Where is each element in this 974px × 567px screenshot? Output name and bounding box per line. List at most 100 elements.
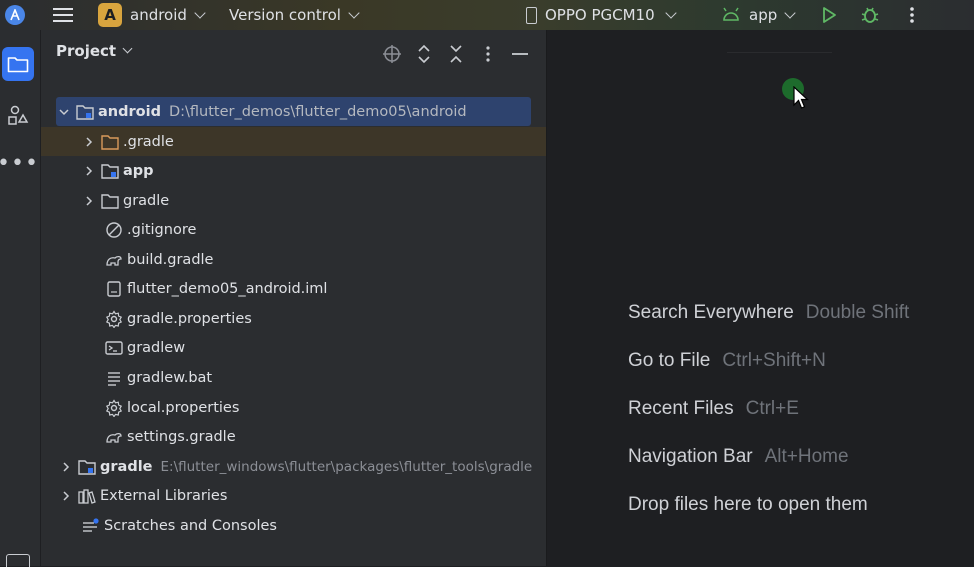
main-toolbar: A android Version control OPPO PGCM10 ap… bbox=[0, 0, 974, 30]
tree-item-scratches[interactable]: Scratches and Consoles bbox=[82, 511, 277, 540]
expand-all-icon[interactable] bbox=[413, 43, 435, 65]
structure-icon[interactable] bbox=[2, 98, 34, 132]
tree-item-label: .gitignore bbox=[127, 221, 197, 238]
chevron-right-icon[interactable] bbox=[81, 163, 97, 179]
chevron-down-icon bbox=[122, 43, 133, 54]
phone-icon bbox=[526, 6, 537, 24]
tree-item-settings-gradle[interactable]: settings.gradle bbox=[105, 422, 236, 451]
hint-action: Go to File bbox=[628, 350, 711, 371]
gradle-file-icon bbox=[105, 251, 123, 269]
bottom-tool-icon[interactable] bbox=[6, 554, 30, 567]
tree-item-label: local.properties bbox=[127, 399, 240, 416]
gear-icon bbox=[105, 309, 123, 328]
tree-item-label: gradlew bbox=[127, 339, 186, 356]
tree-item-label: build.gradle bbox=[127, 251, 214, 268]
locate-icon[interactable] bbox=[381, 43, 403, 65]
tree-item-build-gradle[interactable]: build.gradle bbox=[105, 245, 213, 274]
scratches-icon bbox=[82, 517, 100, 535]
tree-item-local-properties[interactable]: local.properties bbox=[105, 393, 239, 422]
chevron-down-icon[interactable] bbox=[56, 104, 72, 120]
options-icon[interactable] bbox=[477, 43, 499, 65]
tree-item-path: E:\flutter_windows\flutter\packages\flut… bbox=[160, 458, 533, 475]
collapse-all-icon[interactable] bbox=[445, 43, 467, 65]
tree-item-label: android bbox=[98, 103, 161, 120]
project-panel: Project android D:\flutter_demos\flutter… bbox=[41, 30, 547, 566]
hide-icon[interactable] bbox=[509, 43, 531, 65]
project-tool-icon[interactable] bbox=[2, 47, 34, 81]
hint-navigation-bar: Navigation Bar Alt+Home bbox=[628, 446, 849, 468]
tree-item-label: gradlew.bat bbox=[127, 369, 213, 386]
hint-action: Navigation Bar bbox=[628, 446, 753, 467]
project-name: android bbox=[130, 6, 187, 24]
hint-shortcut: Ctrl+Shift+N bbox=[722, 350, 826, 371]
device-name: OPPO PGCM10 bbox=[545, 6, 655, 24]
module-folder-icon bbox=[101, 162, 119, 180]
tree-item-label: settings.gradle bbox=[127, 428, 236, 445]
gradle-file-icon bbox=[105, 428, 123, 446]
chevron-down-icon bbox=[664, 6, 677, 19]
tree-item-label: External Libraries bbox=[100, 487, 228, 504]
project-view-selector[interactable]: Project bbox=[56, 42, 133, 60]
hint-action: Drop files here to open them bbox=[628, 494, 868, 515]
project-selector[interactable]: A android bbox=[98, 0, 206, 30]
tree-item-label: gradle bbox=[100, 458, 153, 475]
excluded-folder-icon bbox=[101, 133, 119, 151]
debug-icon[interactable] bbox=[860, 0, 880, 30]
terminal-icon bbox=[105, 339, 123, 357]
more-vertical-icon[interactable] bbox=[906, 0, 918, 30]
run-config-selector[interactable]: app bbox=[721, 0, 796, 30]
tree-item-label: app bbox=[123, 162, 154, 179]
hint-go-to-file: Go to File Ctrl+Shift+N bbox=[628, 350, 826, 372]
project-panel-header: Project bbox=[41, 30, 546, 74]
tree-item-iml-file[interactable]: flutter_demo05_android.iml bbox=[105, 274, 327, 303]
tree-item-gradle-properties[interactable]: gradle.properties bbox=[105, 304, 252, 333]
chevron-down-icon bbox=[784, 6, 796, 19]
tree-item-gradlew-bat[interactable]: gradlew.bat bbox=[105, 363, 212, 392]
chevron-right-icon[interactable] bbox=[81, 134, 97, 150]
hint-shortcut: Ctrl+E bbox=[745, 398, 799, 419]
tree-item-label: gradle bbox=[123, 192, 170, 209]
vcs-label: Version control bbox=[229, 6, 341, 24]
app-logo-icon[interactable] bbox=[5, 5, 25, 25]
mouse-cursor-icon bbox=[793, 86, 809, 109]
run-icon[interactable] bbox=[820, 0, 838, 30]
library-icon bbox=[78, 487, 96, 505]
module-folder-icon bbox=[76, 103, 94, 121]
module-folder-icon bbox=[78, 458, 96, 476]
tree-item-label: flutter_demo05_android.iml bbox=[127, 280, 328, 297]
hint-recent-files: Recent Files Ctrl+E bbox=[628, 398, 799, 420]
project-badge: A bbox=[98, 3, 122, 27]
tree-item-external-libraries[interactable]: External Libraries bbox=[58, 481, 227, 510]
chevron-down-icon bbox=[194, 6, 206, 19]
file-icon bbox=[105, 280, 123, 298]
hint-search-everywhere: Search Everywhere Double Shift bbox=[628, 302, 909, 324]
tree-item-gitignore[interactable]: .gitignore bbox=[105, 215, 196, 244]
hint-shortcut: Alt+Home bbox=[764, 446, 849, 467]
tree-item-app[interactable]: app bbox=[81, 156, 154, 185]
main-menu-icon[interactable] bbox=[53, 0, 73, 30]
tree-item-label: .gradle bbox=[123, 133, 174, 150]
chevron-right-icon[interactable] bbox=[81, 193, 97, 209]
hint-action: Search Everywhere bbox=[628, 302, 794, 323]
tree-item-gradlew[interactable]: gradlew bbox=[105, 333, 185, 362]
divider bbox=[727, 52, 832, 53]
chevron-right-icon[interactable] bbox=[58, 488, 74, 504]
hint-drop-files: Drop files here to open them bbox=[628, 494, 868, 516]
text-file-icon bbox=[105, 369, 123, 387]
tree-item-gradle-folder[interactable]: gradle bbox=[81, 186, 169, 215]
chevron-down-icon bbox=[348, 6, 360, 19]
chevron-right-icon[interactable] bbox=[58, 459, 74, 475]
editor-area[interactable]: Search Everywhere Double Shift Go to File… bbox=[547, 30, 974, 566]
tree-item-dot-gradle[interactable]: .gradle bbox=[41, 127, 546, 156]
tree-item-path: D:\flutter_demos\flutter_demo05\android bbox=[168, 103, 467, 120]
tree-item-label: gradle.properties bbox=[127, 310, 252, 327]
vcs-selector[interactable]: Version control bbox=[229, 0, 360, 30]
more-tools-icon[interactable]: ••• bbox=[0, 147, 38, 181]
device-selector[interactable]: OPPO PGCM10 bbox=[526, 0, 677, 30]
ignore-file-icon bbox=[105, 221, 123, 239]
tree-item-gradle-build[interactable]: gradle E:\flutter_windows\flutter\packag… bbox=[58, 452, 546, 481]
run-config-name: app bbox=[749, 6, 778, 24]
tree-item-android-root[interactable]: android D:\flutter_demos\flutter_demo05\… bbox=[56, 97, 531, 126]
folder-icon bbox=[101, 192, 119, 210]
hint-shortcut: Double Shift bbox=[805, 302, 910, 323]
